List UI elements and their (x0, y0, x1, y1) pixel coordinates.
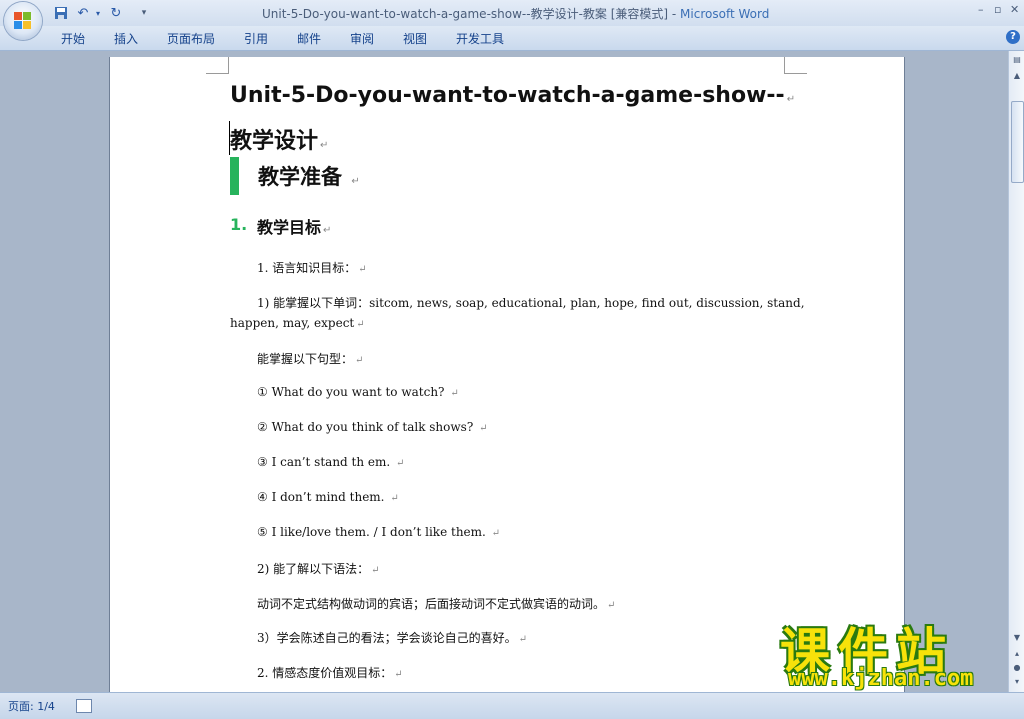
tab-developer[interactable]: 开发工具 (456, 30, 504, 47)
tab-insert[interactable]: 插入 (114, 30, 138, 47)
paragraph: 2) 能了解以下语法： ↵ (257, 562, 380, 576)
tab-page-layout[interactable]: 页面布局 (167, 30, 215, 47)
paragraph: ④ I don’t mind them. ↵ (257, 490, 399, 504)
paragraph-mark: ↵ (323, 225, 332, 236)
paragraph: 2. 情感态度价值观目标： ↵ (257, 666, 403, 680)
next-page-icon[interactable]: ▾ (1010, 675, 1024, 689)
ribbon-tabs: 开始 插入 页面布局 引用 邮件 审阅 视图 开发工具 ? (0, 26, 1024, 51)
heading-text: 教学准备 (258, 165, 342, 189)
paragraph: 能掌握以下句型： ↵ (257, 352, 364, 366)
section-title: 教学目标 ↵ (257, 214, 331, 238)
minimize-icon[interactable]: – (978, 3, 984, 16)
paragraph-mark: ↵ (320, 140, 329, 151)
tab-mailings[interactable]: 邮件 (297, 30, 321, 47)
tab-view[interactable]: 视图 (403, 30, 427, 47)
margin-corner-right (784, 57, 807, 74)
save-icon[interactable] (52, 4, 70, 22)
paragraph: 动词不定式结构做动词的宾语；后面接动词不定式做宾语的动词。 ↵ (257, 597, 616, 611)
office-button[interactable] (4, 2, 42, 40)
scrollbar-thumb[interactable] (1011, 101, 1024, 183)
paragraph: 1) 能掌握以下单词：sitcom, news, soap, education… (257, 296, 805, 310)
vertical-scrollbar[interactable]: ▤ ▲ ▼ ▴ ● ▾ (1008, 51, 1024, 692)
customize-toolbar-icon[interactable]: ▾ (138, 4, 150, 22)
heading-accent-bar (230, 157, 239, 195)
paragraph-mark: ↵ (786, 94, 796, 105)
heading-teaching-prep: 教学准备 ↵ (258, 161, 360, 191)
select-browse-object-icon[interactable]: ● (1010, 661, 1024, 675)
restore-icon[interactable]: ▫ (994, 3, 1001, 16)
section-number: 1. (230, 215, 248, 234)
redo-icon[interactable]: ↻ (107, 4, 125, 22)
view-ruler-icon[interactable]: ▤ (1010, 53, 1024, 67)
undo-dropdown-icon[interactable]: ▾ (93, 4, 103, 22)
title-line-2-text: 教学设计 (230, 129, 319, 154)
tab-review[interactable]: 审阅 (350, 30, 374, 47)
section-title-text: 教学目标 (257, 218, 322, 237)
undo-icon[interactable]: ↶ (74, 4, 92, 22)
office-logo-icon (14, 12, 32, 30)
document-title-line-1: Unit-5-Do-you-want-to-watch-a-game-show-… (230, 83, 795, 108)
paragraph: ② What do you think of talk shows? ↵ (257, 420, 488, 434)
status-bar: 页面: 1/4 (0, 692, 1024, 719)
page-counter[interactable]: 页面: 1/4 (8, 698, 55, 714)
title-line-1-text: Unit-5-Do-you-want-to-watch-a-game-show-… (230, 83, 785, 108)
paragraph: ③ I can’t stand th em. ↵ (257, 455, 405, 469)
title-bar: ↶ ▾ ↻ ▾ Unit-5-Do-you-want-to-watch-a-ga… (0, 0, 1024, 40)
help-icon[interactable]: ? (1006, 30, 1020, 44)
tab-home[interactable]: 开始 (61, 30, 85, 47)
tab-references[interactable]: 引用 (244, 30, 268, 47)
scroll-up-icon[interactable]: ▲ (1010, 69, 1024, 83)
paragraph: happen, may, expect ↵ (230, 316, 365, 330)
proofing-icon[interactable] (76, 699, 92, 713)
paragraph: ① What do you want to watch? ↵ (257, 385, 459, 399)
paragraph: 1. 语言知识目标： ↵ (257, 261, 367, 275)
app-name: Microsoft Word (680, 7, 770, 21)
previous-page-icon[interactable]: ▴ (1010, 647, 1024, 661)
window-title: Unit-5-Do-you-want-to-watch-a-game-show-… (262, 5, 769, 22)
document-title: Unit-5-Do-you-want-to-watch-a-game-show-… (262, 7, 681, 21)
document-area: Unit-5-Do-you-want-to-watch-a-game-show-… (0, 51, 1008, 692)
paragraph: ⑤ I like/love them. / I don’t like them.… (257, 525, 501, 539)
document-title-line-2: 教学设计 ↵ (230, 123, 328, 155)
margin-corner-left (206, 57, 229, 74)
scroll-down-icon[interactable]: ▼ (1010, 631, 1024, 645)
paragraph: 3）学会陈述自己的看法；学会谈论自己的喜好。 ↵ (257, 631, 528, 645)
document-page[interactable]: Unit-5-Do-you-want-to-watch-a-game-show-… (110, 57, 904, 692)
paragraph-mark: ↵ (351, 176, 360, 187)
watermark-url: www.kjzhan.com (788, 666, 974, 691)
close-icon[interactable]: ✕ (1010, 3, 1019, 16)
